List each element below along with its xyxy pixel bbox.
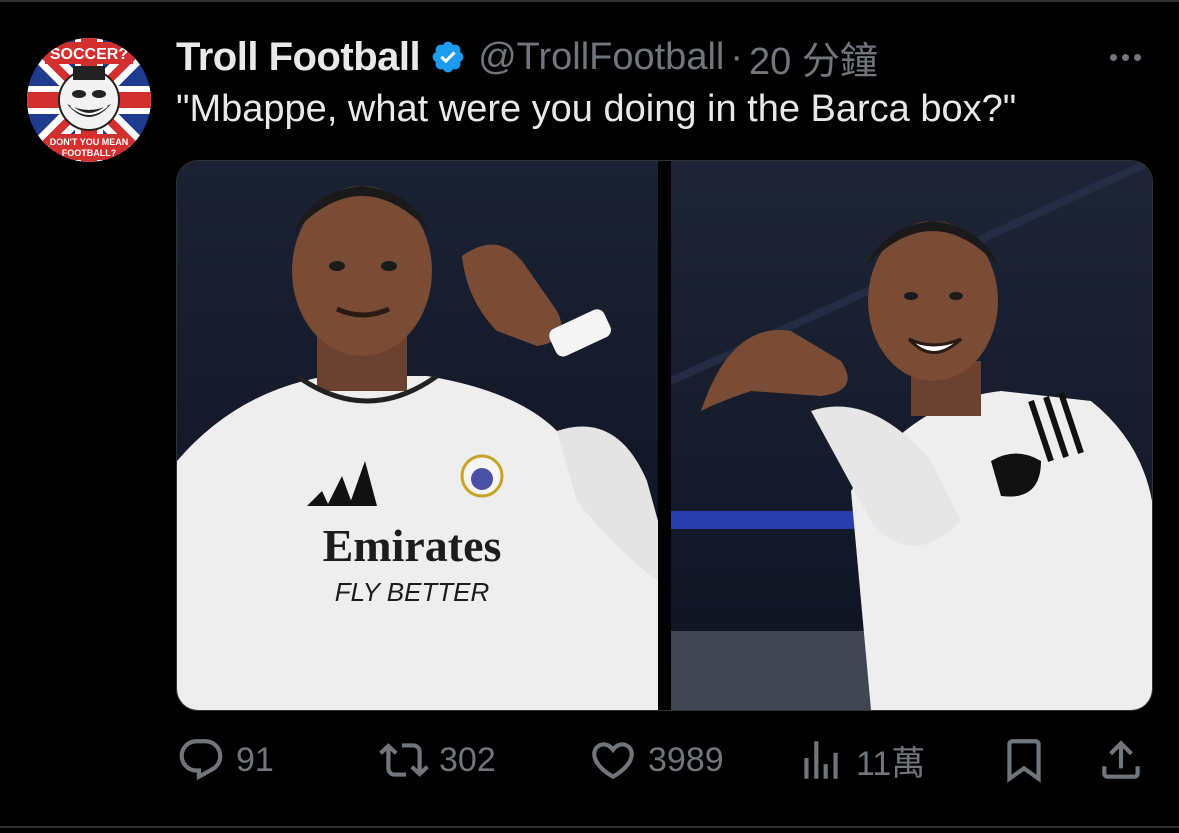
- share-button[interactable]: [1096, 725, 1146, 795]
- separator-dot: ·: [730, 35, 743, 78]
- avatar-top-text: SOCCER?: [50, 46, 128, 63]
- tweet-text: "Mbappe, what were you doing in the Barc…: [176, 88, 1017, 130]
- reply-count: 91: [236, 740, 274, 779]
- media-divider: [658, 161, 671, 710]
- retweet-icon: [379, 735, 429, 785]
- avatar-bottom-line1: DON'T YOU MEAN: [50, 137, 128, 147]
- heart-icon: [588, 735, 638, 785]
- bottom-divider: [0, 826, 1179, 828]
- more-icon: [1109, 53, 1117, 61]
- avatar-image: SOCCER? DON'T YOU MEAN FOOTBALL?: [27, 38, 151, 162]
- share-icon: [1096, 735, 1146, 785]
- retweet-button[interactable]: 302: [379, 725, 496, 795]
- user-handle[interactable]: @TrollFootball: [478, 36, 724, 79]
- media-photo-right[interactable]: [671, 161, 1152, 710]
- tweet-actions: 91 302 3989 11萬: [176, 725, 1151, 795]
- timestamp[interactable]: 20 分鐘: [749, 30, 878, 85]
- avatar[interactable]: SOCCER? DON'T YOU MEAN FOOTBALL?: [27, 38, 151, 162]
- left-jersey-tagline: FLY BETTER: [335, 577, 490, 607]
- more-options-button[interactable]: [1100, 40, 1150, 74]
- reply-button[interactable]: 91: [176, 725, 274, 795]
- verified-badge-icon[interactable]: [430, 39, 466, 75]
- views-chart-icon: [796, 735, 846, 785]
- reply-icon: [176, 735, 226, 785]
- like-button[interactable]: 3989: [588, 725, 724, 795]
- views-count: 11萬: [856, 744, 926, 783]
- left-jersey-sponsor: Emirates: [323, 520, 502, 571]
- like-count: 3989: [648, 740, 724, 779]
- display-name[interactable]: Troll Football: [176, 35, 421, 80]
- tweet-media[interactable]: Emirates FLY BETTER: [176, 160, 1153, 711]
- photo-left-image: Emirates FLY BETTER: [177, 161, 658, 710]
- retweet-count: 302: [439, 740, 496, 779]
- bookmark-button[interactable]: [999, 725, 1049, 795]
- media-photo-left[interactable]: Emirates FLY BETTER: [177, 161, 658, 710]
- bookmark-icon: [999, 735, 1049, 785]
- tweet-header: Troll Football @TrollFootball · 20 分鐘: [176, 30, 878, 84]
- top-divider: [0, 0, 1179, 2]
- views-button[interactable]: 11萬: [796, 725, 925, 795]
- photo-right-image: [671, 161, 1152, 710]
- avatar-bottom-line2: FOOTBALL?: [62, 148, 117, 158]
